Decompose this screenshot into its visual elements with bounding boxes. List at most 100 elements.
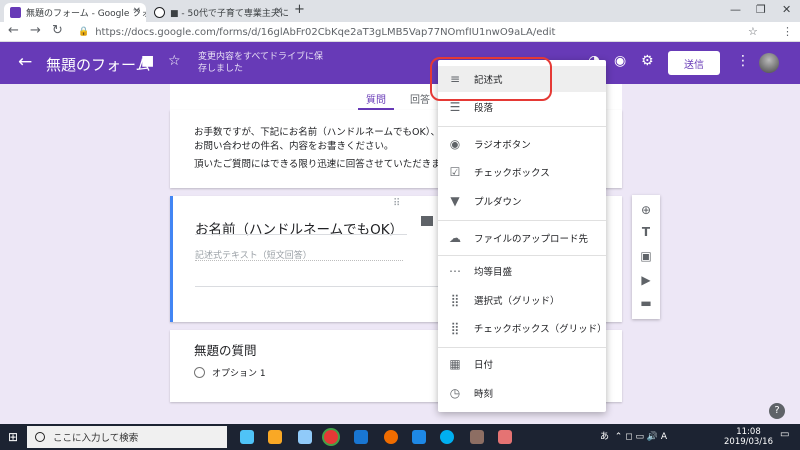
question-title-input[interactable]: お名前（ハンドルネームでもOK） xyxy=(195,218,403,238)
question-title: 無題の質問 xyxy=(194,343,257,358)
menu-item-label: プルダウン xyxy=(474,197,522,208)
linear-scale-icon: ⋯ xyxy=(449,264,461,278)
drag-handle-icon[interactable]: ⠿ xyxy=(393,198,401,209)
url-text: https://docs.google.com/forms/d/16glAbFr… xyxy=(95,26,556,38)
grid-icon: ⣿ xyxy=(450,293,460,307)
side-toolbar: ⊕ T ▣ ▶ ▬ xyxy=(632,195,660,319)
tab-questions[interactable]: 質問 xyxy=(366,91,386,106)
highlight-annotation xyxy=(430,57,552,101)
question-type-menu: ≡ 記述式 ☰ 段落 ◉ ラジオボタン ☑ チェックボックス ▼ プルダウン ☁… xyxy=(438,60,607,412)
menu-item-label: チェックボックス（グリッド） xyxy=(473,324,607,335)
folder-icon[interactable]: ■ xyxy=(141,53,154,69)
app-icon[interactable] xyxy=(268,430,282,444)
add-section-icon[interactable]: ▬ xyxy=(639,296,653,310)
edge-icon[interactable] xyxy=(354,430,368,444)
add-title-icon[interactable]: T xyxy=(639,225,653,239)
help-icon[interactable]: ? xyxy=(769,403,785,419)
close-tab-icon[interactable]: ✕ xyxy=(275,6,283,17)
menu-item-date[interactable]: ▦ 日付 xyxy=(438,351,606,377)
radio-circle-icon xyxy=(194,367,205,378)
browser-tab-bar: 無題のフォーム - Google フォーム ✕ ■ - 50代で子育て専業主夫に… xyxy=(0,0,800,22)
menu-item-linear-scale[interactable]: ⋯ 均等目盛 xyxy=(438,258,606,284)
close-window-icon[interactable]: ✕ xyxy=(782,3,791,16)
browser-menu-icon[interactable]: ⋮ xyxy=(782,25,793,38)
settings-gear-icon[interactable]: ⚙ xyxy=(641,53,654,69)
forward-icon[interactable]: → xyxy=(30,23,41,38)
menu-item-radio[interactable]: ◉ ラジオボタン xyxy=(438,131,606,157)
cloud-upload-icon: ☁ xyxy=(449,231,461,245)
browser-tab-forms[interactable]: 無題のフォーム - Google フォーム ✕ xyxy=(4,3,146,22)
description-line: お問い合わせの件名、内容をお書きください。 xyxy=(194,141,394,152)
menu-divider xyxy=(438,126,606,127)
send-button-label: 送信 xyxy=(684,59,704,71)
clock-time: 11:08 xyxy=(736,427,761,437)
maximize-icon[interactable]: ❐ xyxy=(756,3,766,16)
system-tray[interactable]: あ ⌃ ◻ ▭ 🔊 A xyxy=(600,429,667,442)
app-icon[interactable] xyxy=(470,430,484,444)
menu-item-multiple-choice-grid[interactable]: ⣿ 選択式（グリッド） xyxy=(438,287,606,313)
menu-item-checkbox[interactable]: ☑ チェックボックス xyxy=(438,159,606,185)
ie-icon[interactable] xyxy=(412,430,426,444)
taskbar-search[interactable]: ここに入力して検索 xyxy=(27,426,227,448)
add-video-icon[interactable]: ▶ xyxy=(639,273,653,287)
star-icon[interactable]: ☆ xyxy=(168,53,181,69)
browser-tab-blog[interactable]: ■ - 50代で子育て専業主夫になっ ✕ xyxy=(148,3,288,22)
taskbar-clock[interactable]: 11:08 2019/03/16 xyxy=(724,427,773,447)
taskbar-search-placeholder: ここに入力して検索 xyxy=(53,433,139,444)
reload-icon[interactable]: ↻ xyxy=(52,23,63,38)
send-button[interactable]: 送信 xyxy=(668,51,720,75)
avatar[interactable] xyxy=(759,53,779,73)
menu-item-label: 日付 xyxy=(474,360,494,371)
blog-favicon-icon xyxy=(154,7,165,18)
app-icon[interactable] xyxy=(240,430,254,444)
menu-divider xyxy=(438,347,606,348)
new-tab-icon[interactable]: + xyxy=(294,2,305,17)
back-icon[interactable]: ← xyxy=(8,23,19,38)
option-label: オプション 1 xyxy=(212,369,266,379)
firefox-icon[interactable] xyxy=(384,430,398,444)
radio-button-icon: ◉ xyxy=(449,137,461,151)
back-arrow-icon[interactable]: ← xyxy=(18,52,32,72)
paragraph-icon: ☰ xyxy=(449,100,461,114)
short-answer-underline xyxy=(195,260,403,261)
app-icon[interactable] xyxy=(498,430,512,444)
tab-responses[interactable]: 回答 xyxy=(410,91,430,106)
saved-status: 変更内容をすべてドライブに保存しました xyxy=(198,52,324,74)
preview-eye-icon[interactable]: ◉ xyxy=(614,53,626,69)
checkbox-icon: ☑ xyxy=(449,165,461,179)
skype-icon[interactable] xyxy=(440,430,454,444)
notification-icon[interactable]: ▭ xyxy=(780,429,789,440)
url-field[interactable]: 🔒 https://docs.google.com/forms/d/16glAb… xyxy=(78,24,618,40)
menu-item-checkbox-grid[interactable]: ⣿ チェックボックス（グリッド） xyxy=(438,315,607,341)
form-title[interactable]: 無題のフォーム xyxy=(46,54,151,75)
close-tab-icon[interactable]: ✕ xyxy=(133,6,141,17)
add-question-icon[interactable]: ⊕ xyxy=(639,203,653,217)
clock-icon: ◷ xyxy=(449,386,461,400)
menu-divider xyxy=(438,220,606,221)
menu-item-label: 均等目盛 xyxy=(474,267,513,278)
ime-indicator[interactable]: あ xyxy=(600,432,609,442)
chrome-icon[interactable] xyxy=(324,430,338,444)
grid-icon: ⣿ xyxy=(450,321,460,335)
menu-item-label: 時刻 xyxy=(474,389,494,400)
windows-start-icon[interactable]: ⊞ xyxy=(8,430,18,444)
menu-item-time[interactable]: ◷ 時刻 xyxy=(438,380,606,406)
calendar-icon: ▦ xyxy=(449,357,461,371)
windows-taskbar: ⊞ ここに入力して検索 あ ⌃ ◻ ▭ 🔊 A 11:08 2019/03/16… xyxy=(0,424,800,450)
menu-item-label: ファイルのアップロード先 xyxy=(474,234,589,245)
star-bookmark-icon[interactable]: ☆ xyxy=(748,25,758,38)
menu-item-file-upload[interactable]: ☁ ファイルのアップロード先 xyxy=(438,225,606,251)
add-image-icon[interactable] xyxy=(421,216,433,226)
forms-header: ← 無題のフォーム ■ ☆ 変更内容をすべてドライブに保存しました ◕ ◉ ⚙ … xyxy=(0,42,800,84)
menu-divider xyxy=(438,255,606,256)
more-vert-icon[interactable]: ⋮ xyxy=(736,53,750,69)
app-icon[interactable] xyxy=(298,430,312,444)
menu-item-dropdown[interactable]: ▼ プルダウン xyxy=(438,188,606,214)
menu-item-label: 段落 xyxy=(474,103,494,114)
clock-date: 2019/03/16 xyxy=(724,437,773,447)
dropdown-icon: ▼ xyxy=(450,194,460,208)
add-image-icon[interactable]: ▣ xyxy=(639,249,653,263)
question-title-underline xyxy=(195,234,407,235)
minimize-icon[interactable]: — xyxy=(730,3,741,16)
browser-tab-title: 無題のフォーム - Google フォーム xyxy=(26,9,146,19)
